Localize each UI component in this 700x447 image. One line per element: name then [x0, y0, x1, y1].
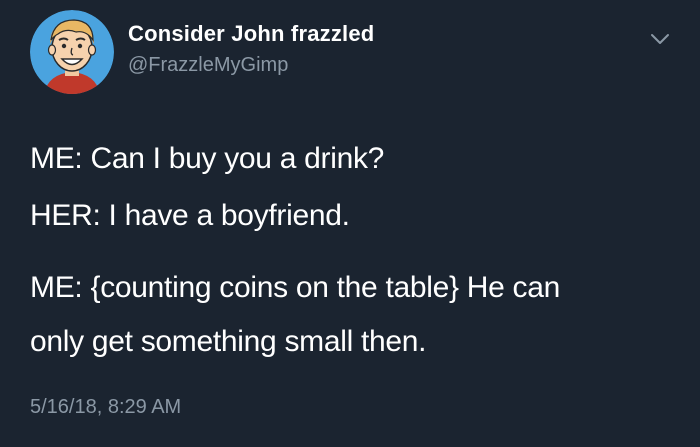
- chevron-down-icon[interactable]: [648, 30, 672, 48]
- tweet-timestamp[interactable]: 5/16/18, 8:29 AM: [30, 396, 181, 419]
- cartoon-face-avatar-icon: [30, 10, 114, 94]
- tweet-text-line: only get something small then.: [30, 325, 427, 358]
- display-name[interactable]: Consider John frazzled: [128, 21, 374, 47]
- tweet-text-line: ME: Can I buy you a drink?: [30, 142, 385, 175]
- tweet-card: Consider John frazzled @FrazzleMyGimp ME…: [0, 0, 700, 447]
- user-handle[interactable]: @FrazzleMyGimp: [128, 54, 288, 77]
- tweet-text-line: HER: I have a boyfriend.: [30, 199, 350, 232]
- avatar[interactable]: [30, 10, 114, 94]
- tweet-text-line: ME: {counting coins on the table} He can: [30, 271, 561, 304]
